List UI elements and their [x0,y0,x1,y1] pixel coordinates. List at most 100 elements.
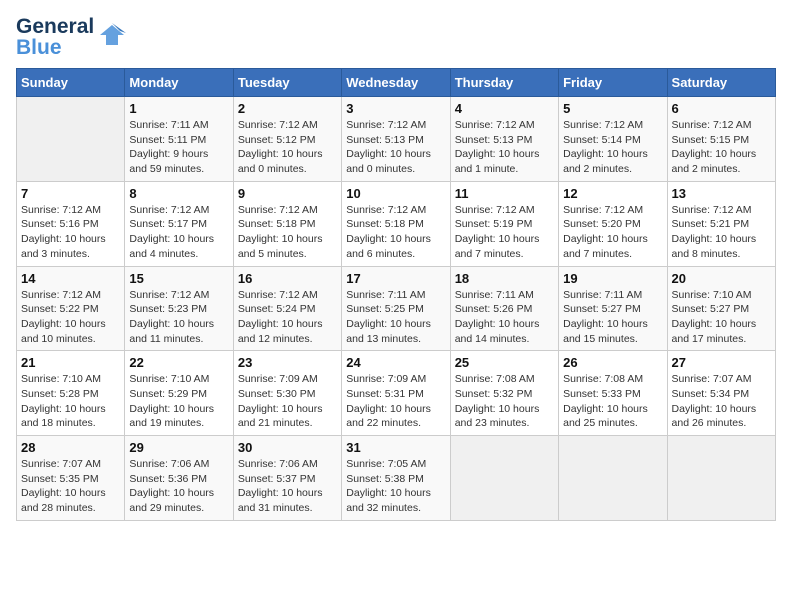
day-info: Sunrise: 7:12 AMSunset: 5:13 PMDaylight:… [455,118,554,177]
calendar-cell [17,97,125,182]
calendar-header-sunday: Sunday [17,69,125,97]
day-number: 14 [21,271,120,286]
calendar-cell: 13Sunrise: 7:12 AMSunset: 5:21 PMDayligh… [667,181,775,266]
day-info: Sunrise: 7:12 AMSunset: 5:16 PMDaylight:… [21,203,120,262]
calendar-cell: 1 Sunrise: 7:11 AMSunset: 5:11 PMDaylight… [125,97,233,182]
calendar-cell: 21Sunrise: 7:10 AMSunset: 5:28 PMDayligh… [17,351,125,436]
calendar-cell: 5 Sunrise: 7:12 AMSunset: 5:14 PMDaylight… [559,97,667,182]
calendar-cell: 15 Sunrise: 7:12 AMSunset: 5:23 PMDayligh… [125,266,233,351]
calendar-table: SundayMondayTuesdayWednesdayThursdayFrid… [16,68,776,521]
day-info: Sunrise: 7:05 AMSunset: 5:38 PMDaylight:… [346,457,445,516]
day-info: Sunrise: 7:07 AMSunset: 5:34 PMDaylight:… [672,372,771,431]
day-number: 19 [563,271,662,286]
calendar-cell: 31 Sunrise: 7:05 AMSunset: 5:38 PMDayligh… [342,436,450,521]
day-info: Sunrise: 7:11 AMSunset: 5:11 PMDaylight:… [129,118,228,177]
day-number: 22 [129,355,228,370]
logo: General Blue [16,16,126,58]
day-info: Sunrise: 7:12 AMSunset: 5:20 PMDaylight:… [563,203,662,262]
logo-blue: Blue [16,37,94,58]
calendar-cell: 16 Sunrise: 7:12 AMSunset: 5:24 PMDayligh… [233,266,341,351]
day-info: Sunrise: 7:10 AMSunset: 5:29 PMDaylight:… [129,372,228,431]
day-number: 10 [346,186,445,201]
day-number: 18 [455,271,554,286]
day-number: 17 [346,271,445,286]
day-info: Sunrise: 7:11 AMSunset: 5:26 PMDaylight:… [455,288,554,347]
calendar-cell: 14 Sunrise: 7:12 AMSunset: 5:22 PMDayligh… [17,266,125,351]
day-number: 23 [238,355,337,370]
day-info: Sunrise: 7:12 AMSunset: 5:21 PMDaylight:… [672,203,771,262]
day-number: 4 [455,101,554,116]
day-number: 29 [129,440,228,455]
calendar-cell [450,436,558,521]
calendar-cell: 25Sunrise: 7:08 AMSunset: 5:32 PMDayligh… [450,351,558,436]
day-number: 30 [238,440,337,455]
day-info: Sunrise: 7:12 AMSunset: 5:12 PMDaylight:… [238,118,337,177]
calendar-cell: 24 Sunrise: 7:09 AMSunset: 5:31 PMDayligh… [342,351,450,436]
day-info: Sunrise: 7:06 AMSunset: 5:37 PMDaylight:… [238,457,337,516]
day-number: 26 [563,355,662,370]
day-info: Sunrise: 7:12 AMSunset: 5:17 PMDaylight:… [129,203,228,262]
day-info: Sunrise: 7:12 AMSunset: 5:15 PMDaylight:… [672,118,771,177]
day-number: 7 [21,186,120,201]
page-header: General Blue [16,16,776,58]
day-info: Sunrise: 7:12 AMSunset: 5:18 PMDaylight:… [346,203,445,262]
day-number: 3 [346,101,445,116]
day-number: 16 [238,271,337,286]
day-info: Sunrise: 7:08 AMSunset: 5:33 PMDaylight:… [563,372,662,431]
calendar-cell: 8 Sunrise: 7:12 AMSunset: 5:17 PMDaylight… [125,181,233,266]
day-number: 31 [346,440,445,455]
day-number: 11 [455,186,554,201]
calendar-cell: 23 Sunrise: 7:09 AMSunset: 5:30 PMDayligh… [233,351,341,436]
calendar-cell: 18 Sunrise: 7:11 AMSunset: 5:26 PMDayligh… [450,266,558,351]
day-number: 25 [455,355,554,370]
calendar-header-saturday: Saturday [667,69,775,97]
calendar-header-friday: Friday [559,69,667,97]
calendar-cell: 22 Sunrise: 7:10 AMSunset: 5:29 PMDayligh… [125,351,233,436]
day-info: Sunrise: 7:11 AMSunset: 5:25 PMDaylight:… [346,288,445,347]
day-number: 27 [672,355,771,370]
logo-general: General [16,16,94,37]
day-info: Sunrise: 7:12 AMSunset: 5:14 PMDaylight:… [563,118,662,177]
calendar-cell: 17 Sunrise: 7:11 AMSunset: 5:25 PMDayligh… [342,266,450,351]
day-number: 12 [563,186,662,201]
day-info: Sunrise: 7:09 AMSunset: 5:30 PMDaylight:… [238,372,337,431]
calendar-cell [559,436,667,521]
calendar-cell: 19 Sunrise: 7:11 AMSunset: 5:27 PMDayligh… [559,266,667,351]
calendar-header-wednesday: Wednesday [342,69,450,97]
day-number: 8 [129,186,228,201]
calendar-cell: 6 Sunrise: 7:12 AMSunset: 5:15 PMDaylight… [667,97,775,182]
calendar-cell: 12 Sunrise: 7:12 AMSunset: 5:20 PMDayligh… [559,181,667,266]
day-number: 1 [129,101,228,116]
day-number: 24 [346,355,445,370]
calendar-cell: 10 Sunrise: 7:12 AMSunset: 5:18 PMDayligh… [342,181,450,266]
calendar-cell: 29Sunrise: 7:06 AMSunset: 5:36 PMDayligh… [125,436,233,521]
calendar-header-monday: Monday [125,69,233,97]
calendar-cell: 27 Sunrise: 7:07 AMSunset: 5:34 PMDayligh… [667,351,775,436]
calendar-cell [667,436,775,521]
day-info: Sunrise: 7:12 AMSunset: 5:19 PMDaylight:… [455,203,554,262]
day-info: Sunrise: 7:12 AMSunset: 5:22 PMDaylight:… [21,288,120,347]
calendar-cell: 9 Sunrise: 7:12 AMSunset: 5:18 PMDaylight… [233,181,341,266]
day-info: Sunrise: 7:12 AMSunset: 5:13 PMDaylight:… [346,118,445,177]
day-number: 6 [672,101,771,116]
day-info: Sunrise: 7:10 AMSunset: 5:27 PMDaylight:… [672,288,771,347]
day-number: 5 [563,101,662,116]
day-number: 20 [672,271,771,286]
day-number: 2 [238,101,337,116]
day-info: Sunrise: 7:12 AMSunset: 5:18 PMDaylight:… [238,203,337,262]
day-info: Sunrise: 7:12 AMSunset: 5:24 PMDaylight:… [238,288,337,347]
calendar-cell: 11 Sunrise: 7:12 AMSunset: 5:19 PMDayligh… [450,181,558,266]
day-number: 15 [129,271,228,286]
calendar-cell: 7 Sunrise: 7:12 AMSunset: 5:16 PMDaylight… [17,181,125,266]
logo-bird-icon [98,21,126,54]
calendar-header-tuesday: Tuesday [233,69,341,97]
day-info: Sunrise: 7:10 AMSunset: 5:28 PMDaylight:… [21,372,120,431]
day-info: Sunrise: 7:11 AMSunset: 5:27 PMDaylight:… [563,288,662,347]
day-info: Sunrise: 7:09 AMSunset: 5:31 PMDaylight:… [346,372,445,431]
calendar-cell: 3 Sunrise: 7:12 AMSunset: 5:13 PMDaylight… [342,97,450,182]
day-number: 28 [21,440,120,455]
calendar-cell: 4 Sunrise: 7:12 AMSunset: 5:13 PMDaylight… [450,97,558,182]
day-number: 9 [238,186,337,201]
calendar-cell: 28Sunrise: 7:07 AMSunset: 5:35 PMDayligh… [17,436,125,521]
day-info: Sunrise: 7:12 AMSunset: 5:23 PMDaylight:… [129,288,228,347]
